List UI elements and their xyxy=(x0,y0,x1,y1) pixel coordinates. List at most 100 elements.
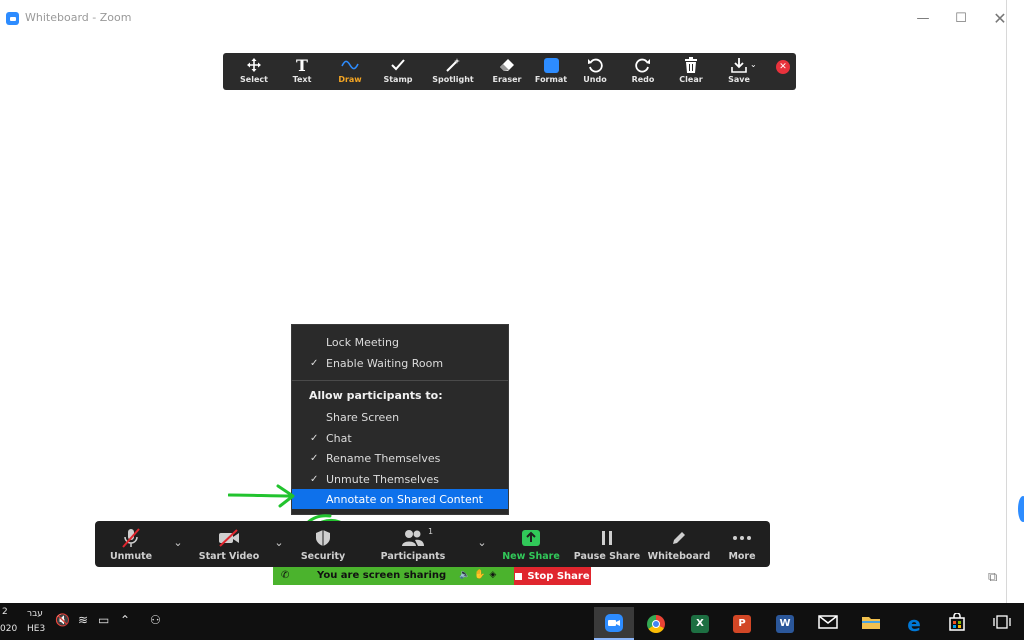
audio-options-chevron-icon[interactable]: ⌄ xyxy=(171,535,185,549)
undo-tool[interactable]: Undo xyxy=(573,56,617,88)
checkmark-icon: ✓ xyxy=(310,432,319,444)
maximize-button[interactable]: ☐ xyxy=(946,8,976,28)
people-icon[interactable]: ⚇ xyxy=(150,613,161,627)
participants-button[interactable]: Participants xyxy=(380,521,446,567)
clear-tool[interactable]: Clear xyxy=(669,56,713,88)
menu-item-chat[interactable]: ✓ Chat xyxy=(292,428,508,448)
wand-icon xyxy=(442,56,464,74)
taskbar-excel-app[interactable]: X xyxy=(680,607,720,640)
sharing-status-text: You are screen sharing xyxy=(317,570,447,581)
pause-icon xyxy=(600,527,614,549)
powerpoint-icon: P xyxy=(733,614,751,633)
move-icon xyxy=(243,56,265,74)
checkmark-icon: ✓ xyxy=(310,357,319,369)
draw-tool[interactable]: Draw xyxy=(328,56,372,88)
screen: Whiteboard - Zoom — ☐ ✕ Select T Text Dr… xyxy=(0,0,1024,640)
new-window-icon[interactable]: ⧉ xyxy=(988,570,997,585)
date-fragment-bottom: 020 xyxy=(0,624,18,634)
ellipsis-icon xyxy=(732,527,752,549)
mail-icon xyxy=(818,614,838,633)
text-tool[interactable]: T Text xyxy=(280,56,324,88)
language-indicator-top[interactable]: עבר xyxy=(27,609,43,619)
participant-count: 1 xyxy=(428,527,434,536)
word-icon: W xyxy=(776,614,794,633)
save-options-chevron-icon[interactable]: ⌄ xyxy=(750,60,757,69)
menu-item-rename-themselves[interactable]: ✓ Rename Themselves xyxy=(292,448,508,468)
close-annotation-button[interactable]: ✕ xyxy=(776,60,790,74)
partial-avatar-icon xyxy=(1018,496,1024,522)
date-fragment-top: 2 xyxy=(2,607,8,617)
chevron-up-icon[interactable]: ⌃ xyxy=(120,613,130,627)
color-square-icon xyxy=(540,56,562,74)
taskbar-store-app[interactable] xyxy=(937,607,977,640)
download-icon xyxy=(728,56,750,74)
redo-icon xyxy=(632,56,654,74)
taskbar-word-app[interactable]: W xyxy=(765,607,805,640)
menu-item-waiting-room[interactable]: ✓ Enable Waiting Room xyxy=(292,353,508,373)
taskbar-powerpoint-app[interactable]: P xyxy=(722,607,762,640)
participants-options-chevron-icon[interactable]: ⌄ xyxy=(475,535,489,549)
minimize-button[interactable]: — xyxy=(908,8,938,28)
menu-item-label: Unmute Themselves xyxy=(326,472,440,486)
more-button[interactable]: More xyxy=(726,521,758,567)
video-off-icon xyxy=(218,527,240,549)
wifi-icon[interactable]: ≋ xyxy=(78,613,88,627)
excel-icon: X xyxy=(691,614,709,633)
whiteboard-label: Whiteboard xyxy=(647,550,711,562)
menu-item-label: Chat xyxy=(326,431,352,445)
taskbar-taskview-app[interactable] xyxy=(982,607,1022,640)
taskbar-explorer-app[interactable] xyxy=(851,607,891,640)
new-share-button[interactable]: New Share xyxy=(502,521,560,567)
taskbar-chrome-app[interactable] xyxy=(636,607,676,640)
language-indicator-bottom[interactable]: HE3 xyxy=(27,624,45,634)
shield-icon xyxy=(315,527,331,549)
security-label: Security xyxy=(300,550,346,562)
more-label: More xyxy=(728,550,756,562)
select-tool[interactable]: Select xyxy=(232,56,276,88)
taskbar-zoom-app[interactable] xyxy=(594,607,634,640)
menu-divider xyxy=(292,380,508,381)
unmute-label: Unmute xyxy=(109,550,153,562)
checkmark-icon xyxy=(387,56,409,74)
menu-item-share-screen[interactable]: Share Screen xyxy=(292,407,508,427)
whiteboard-button[interactable]: Whiteboard xyxy=(647,521,711,567)
taskbar-mail-app[interactable] xyxy=(808,607,848,640)
speaker-muted-icon[interactable]: 🔇 xyxy=(55,613,70,627)
menu-item-annotate-shared-content[interactable]: Annotate on Shared Content xyxy=(292,489,508,509)
start-video-button[interactable]: Start Video xyxy=(199,521,259,567)
text-icon: T xyxy=(296,55,308,75)
meeting-controls: Unmute ⌄ Start Video ⌄ Security Particip… xyxy=(95,521,770,567)
title-bar: Whiteboard - Zoom — ☐ ✕ xyxy=(0,0,1007,36)
stamp-tool[interactable]: Stamp xyxy=(376,56,420,88)
stop-share-button[interactable]: Stop Share xyxy=(514,567,591,585)
close-window-button[interactable]: ✕ xyxy=(985,8,1015,28)
menu-item-lock-meeting[interactable]: Lock Meeting xyxy=(292,332,508,352)
eraser-tool[interactable]: Eraser xyxy=(485,56,529,88)
chrome-icon xyxy=(647,614,665,633)
battery-icon[interactable]: ▭ xyxy=(98,613,109,627)
menu-item-label: Annotate on Shared Content xyxy=(326,492,483,506)
muted-mic-icon xyxy=(122,527,140,549)
annotation-toolbar: Select T Text Draw Stamp Spotlight Erase… xyxy=(223,53,796,90)
participants-label: Participants xyxy=(380,550,446,562)
phone-icon: ✆ xyxy=(281,570,290,581)
menu-item-unmute-themselves[interactable]: ✓ Unmute Themselves xyxy=(292,469,508,489)
edge-icon: e xyxy=(907,611,921,636)
pause-share-button[interactable]: Pause Share xyxy=(574,521,640,567)
menu-item-label: Enable Waiting Room xyxy=(326,356,444,370)
redo-tool[interactable]: Redo xyxy=(621,56,665,88)
folder-icon xyxy=(861,614,881,634)
unmute-button[interactable]: Unmute xyxy=(107,521,155,567)
stop-icon xyxy=(515,572,523,580)
security-button[interactable]: Security xyxy=(301,521,345,567)
squiggle-icon xyxy=(339,56,361,74)
security-menu: Lock Meeting ✓ Enable Waiting Room Allow… xyxy=(291,324,509,515)
undo-icon xyxy=(584,56,606,74)
spotlight-tool[interactable]: Spotlight xyxy=(431,56,475,88)
video-options-chevron-icon[interactable]: ⌄ xyxy=(272,535,286,549)
task-view-icon xyxy=(993,614,1011,633)
format-tool[interactable]: Format xyxy=(529,56,573,88)
taskbar-edge-app[interactable]: e xyxy=(894,607,934,640)
clear-label: Clear xyxy=(679,75,703,84)
redo-label: Redo xyxy=(631,75,655,84)
